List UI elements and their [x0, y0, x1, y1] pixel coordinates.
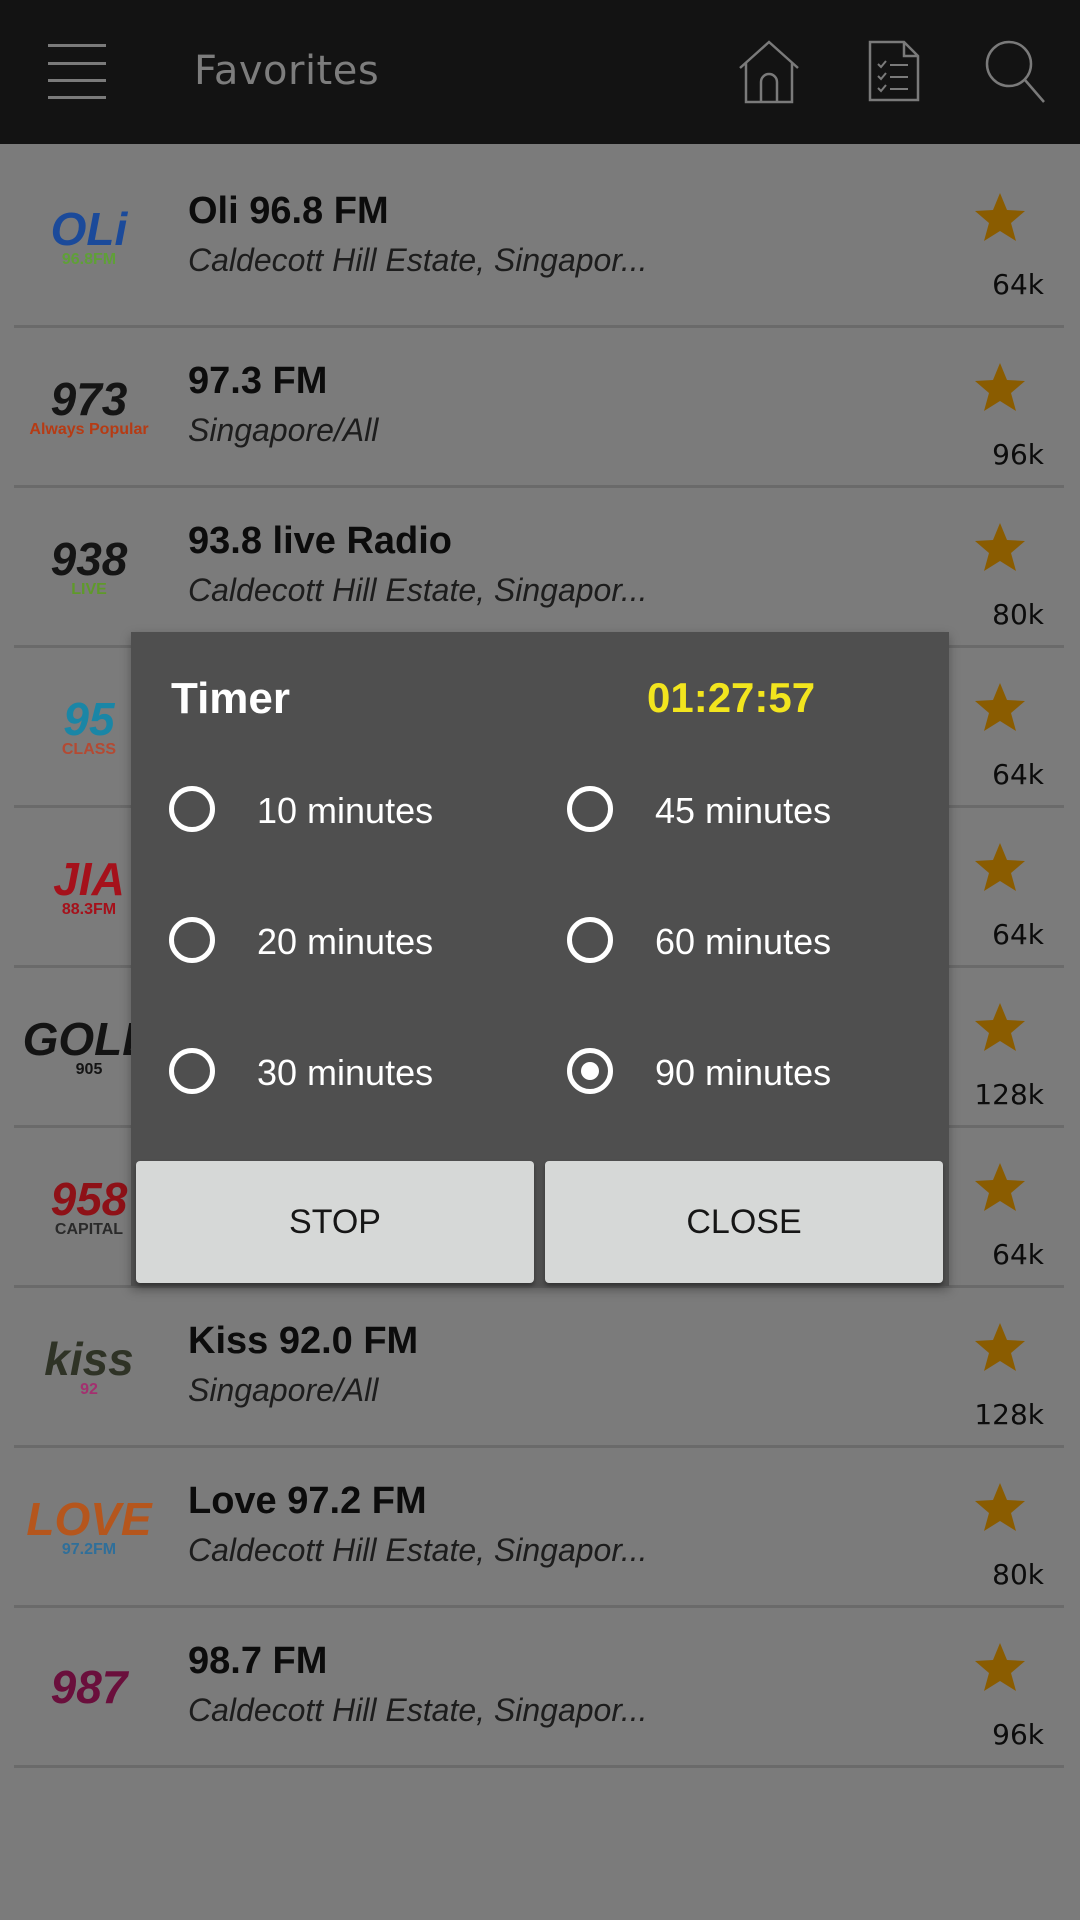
dialog-title: Timer [171, 674, 291, 723]
timer-option-45[interactable]: 45 minutes [529, 772, 909, 852]
star-icon[interactable] [972, 360, 1028, 416]
station-location: Caldecott Hill Estate, Singapor... [188, 1692, 648, 1728]
bitrate-label: 80k [992, 1558, 1044, 1591]
timer-option-90[interactable]: 90 minutes [529, 1034, 909, 1114]
logo-subtext: 88.3FM [61, 901, 117, 918]
logo-subtext: CAPITAL [54, 1221, 124, 1238]
option-label: 60 minutes [655, 921, 832, 962]
station-logo: 938 LIVE [24, 512, 154, 622]
station-row[interactable]: OLi 96.8FM Oli 96.8 FM Caldecott Hill Estat… [14, 144, 1064, 328]
logo-subtext: 96.8FM [61, 251, 117, 268]
star-icon[interactable] [972, 1480, 1028, 1536]
radio-button[interactable] [169, 917, 215, 963]
timer-dialog: Timer 01:27:57 10 minutes 20 minutes 30 … [131, 632, 949, 1286]
home-icon[interactable] [734, 38, 804, 108]
logo-subtext: Always Popular [29, 421, 149, 438]
radio-button[interactable] [169, 1048, 215, 1094]
star-icon[interactable] [972, 1000, 1028, 1056]
radio-button[interactable] [169, 786, 215, 832]
star-icon[interactable] [972, 840, 1028, 896]
station-name: 93.8 live Radio [188, 520, 453, 562]
logo-text: 987 [50, 1661, 128, 1713]
station-logo: 973 Always Popular [24, 352, 154, 462]
close-button[interactable]: CLOSE [545, 1161, 943, 1283]
star-icon[interactable] [972, 190, 1028, 246]
checklist-icon[interactable] [860, 38, 930, 108]
bitrate-label: 64k [992, 268, 1044, 301]
station-name: Oli 96.8 FM [188, 190, 389, 232]
station-location: Caldecott Hill Estate, Singapor... [188, 242, 648, 278]
logo-text: OLi [50, 203, 128, 255]
timer-option-30[interactable]: 30 minutes [131, 1034, 511, 1114]
option-label: 30 minutes [257, 1052, 434, 1093]
station-location: Singapore/All [188, 412, 379, 448]
station-logo: OLi 96.8FM [24, 182, 154, 292]
stop-button[interactable]: STOP [136, 1161, 534, 1283]
station-name: 98.7 FM [188, 1640, 328, 1682]
option-label: 20 minutes [257, 921, 434, 962]
station-location: Singapore/All [188, 1372, 379, 1408]
star-icon[interactable] [972, 680, 1028, 736]
bitrate-label: 64k [992, 1238, 1044, 1271]
star-icon[interactable] [972, 520, 1028, 576]
logo-text: LOVE [26, 1493, 152, 1545]
station-name: Love 97.2 FM [188, 1480, 427, 1522]
timer-option-20[interactable]: 20 minutes [131, 903, 511, 983]
timer-option-10[interactable]: 10 minutes [131, 772, 511, 852]
page-title: Favorites [194, 48, 380, 94]
station-row[interactable]: 938 LIVE 93.8 live Radio Caldecott Hill Est… [14, 488, 1064, 648]
timer-option-60[interactable]: 60 minutes [529, 903, 909, 983]
station-row[interactable]: kiss 92 Kiss 92.0 FM Singapore/All 128k [14, 1288, 1064, 1448]
logo-text: 958 [50, 1173, 128, 1225]
bitrate-label: 80k [992, 598, 1044, 631]
logo-text: 938 [50, 533, 128, 585]
option-label: 90 minutes [655, 1052, 832, 1093]
station-name: Kiss 92.0 FM [188, 1320, 419, 1362]
logo-text: 973 [50, 373, 128, 425]
bitrate-label: 128k [974, 1078, 1044, 1111]
logo-text: 95 [63, 693, 115, 745]
option-label: 45 minutes [655, 790, 832, 831]
bitrate-label: 128k [974, 1398, 1044, 1431]
app-bar: Favorites [0, 0, 1080, 144]
logo-text: JIA [53, 853, 125, 905]
station-name: 97.3 FM [188, 360, 328, 402]
star-icon[interactable] [972, 1320, 1028, 1376]
bitrate-label: 64k [992, 758, 1044, 791]
radio-button[interactable] [567, 917, 613, 963]
bitrate-label: 96k [992, 1718, 1044, 1751]
station-row[interactable]: LOVE 97.2FM Love 97.2 FM Caldecott Hill Est… [14, 1448, 1064, 1608]
countdown-display: 01:27:57 [647, 674, 816, 721]
station-logo: 987 [24, 1632, 154, 1742]
station-logo: LOVE 97.2FM [24, 1472, 154, 1582]
option-label: 10 minutes [257, 790, 434, 831]
bitrate-label: 64k [992, 918, 1044, 951]
station-row[interactable]: 987 98.7 FM Caldecott Hill Estate, Singapo… [14, 1608, 1064, 1768]
search-icon[interactable] [982, 38, 1052, 108]
station-row[interactable]: 973 Always Popular 97.3 FM Singapore/All 96k [14, 328, 1064, 488]
station-logo: kiss 92 [24, 1312, 154, 1422]
station-location: Caldecott Hill Estate, Singapor... [188, 572, 648, 608]
star-icon[interactable] [972, 1640, 1028, 1696]
bitrate-label: 96k [992, 438, 1044, 471]
logo-text: kiss [44, 1333, 134, 1385]
logo-subtext: CLASS [61, 741, 117, 758]
menu-icon[interactable] [48, 44, 108, 100]
star-icon[interactable] [972, 1160, 1028, 1216]
station-location: Caldecott Hill Estate, Singapor... [188, 1532, 648, 1568]
radio-button[interactable] [567, 786, 613, 832]
radio-button[interactable] [567, 1048, 613, 1094]
